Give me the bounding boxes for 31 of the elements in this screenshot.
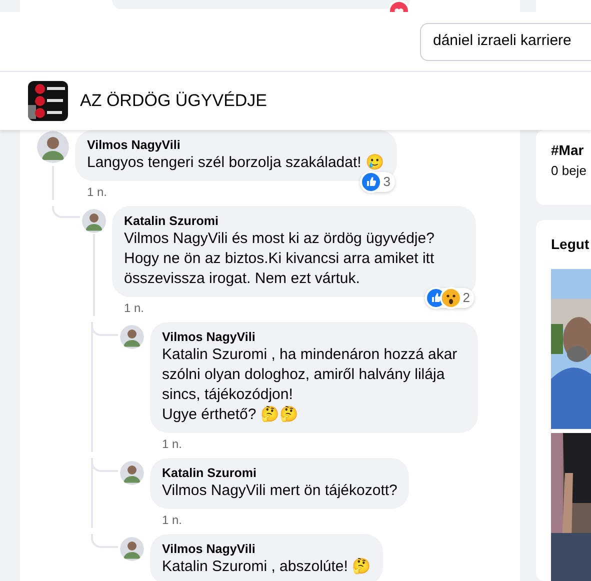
comment-text: Vilmos NagyVili mert ön tájékozott? [162,481,398,501]
avatar [120,325,144,349]
post-count: 0 beje [551,162,586,180]
comment-time[interactable]: 1 n. [124,300,144,316]
search-field[interactable]: dániel izraeli karriere [420,22,591,60]
like-icon [362,173,380,191]
avatar [120,461,144,485]
author-name[interactable]: Vilmos NagyVili [162,541,372,557]
avatar [82,209,106,233]
comment-time[interactable]: 1 n. [162,436,182,452]
author-name[interactable]: Vilmos NagyVili [162,329,466,345]
thread-line [52,206,80,218]
avatar [120,537,144,561]
thread-line [91,534,118,548]
comment-time[interactable]: 1 n. [162,512,182,528]
comment-text: Katalin Szuromi , abszolúte! 🤔 [162,557,372,577]
comment-time[interactable]: 1 n. [87,184,108,200]
author-name[interactable]: Katalin Szuromi [162,465,398,481]
wow-face-icon [442,289,460,307]
group-title[interactable]: AZ ÖRDÖG ÜGYVÉDJE [80,88,268,114]
avatar [37,131,69,163]
reaction-badge[interactable]: 2 [424,288,474,308]
author-name[interactable]: Katalin Szuromi [124,213,464,229]
comment-text: Vilmos NagyVili és most ki az ördög ügyvédje? Hogy ne ön az biztos.Ki kivancsi arra amiket itt összevissza irogat. Nem ezt vártuk. [124,229,436,289]
like-icon [426,289,445,307]
author-name[interactable]: Vilmos NagyVili [87,137,384,153]
hashtag-title[interactable]: #Mar [551,140,584,161]
section-title: Legut [551,235,590,254]
comment-text: Katalin Szuromi , ha mindenáron hozzá akar szólni olyan dologhoz, amiről halvány lilája sincs, tájékozódjon! Ugye érthető? 🤔🤔 [162,345,458,425]
reaction-badge[interactable]: 3 [360,172,394,192]
comment-text: Langyos tengeri szél borzolja szakáladat! 🥲 [87,153,384,173]
